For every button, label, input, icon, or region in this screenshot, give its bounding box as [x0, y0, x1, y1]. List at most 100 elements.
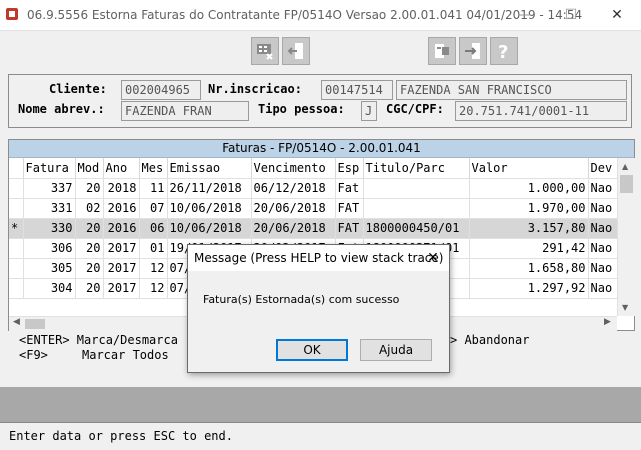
col-header-vencimento: Vencimento: [251, 158, 336, 179]
status-bar: Enter data or press ESC to end.: [0, 422, 641, 450]
tipo-pessoa-field[interactable]: J: [361, 101, 377, 121]
cgc-cpf-label: CGC/CPF:: [386, 102, 444, 116]
scroll-down-icon[interactable]: ▼: [622, 303, 628, 312]
cell-mes: 12: [139, 258, 168, 279]
cell-fatura: 337: [23, 178, 76, 199]
cell-mark: [9, 278, 24, 299]
cell-valor: 1.658,80: [469, 258, 589, 279]
cell-vencimento: 20/06/2018: [251, 198, 336, 219]
cell-valor: 291,42: [469, 238, 589, 259]
cell-mark: [9, 178, 24, 199]
grid-title: Faturas - FP/0514O - 2.00.01.041: [9, 140, 634, 158]
cell-fatura: 330: [23, 218, 76, 239]
cell-valor: 3.157,80: [469, 218, 589, 239]
document-button[interactable]: [428, 37, 456, 65]
abandonar-hint: > Abandonar: [450, 333, 530, 347]
close-window-button[interactable]: ✕: [594, 0, 640, 30]
exit-button[interactable]: [282, 37, 310, 65]
table-row[interactable]: 337 20 2018 11 26/11/2018 06/12/2018 Fat 1.000,…: [9, 178, 618, 199]
col-header-esp: Esp: [335, 158, 364, 179]
window-title: 06.9.5556 Estorna Faturas do Contratante…: [27, 8, 583, 22]
cell-valor: 1.297,92: [469, 278, 589, 299]
cell-valor: 1.970,00: [469, 198, 589, 219]
spreadsheet-calc-button[interactable]: [251, 37, 279, 65]
col-header-mod: Mod: [75, 158, 104, 179]
cell-ano: 2017: [103, 258, 140, 279]
cell-valor: 1.000,00: [469, 178, 589, 199]
nr-inscricao-field[interactable]: 00147514: [321, 80, 393, 100]
minimize-button[interactable]: —: [502, 0, 548, 30]
cell-mod: 20: [75, 238, 104, 259]
cell-mark: [9, 198, 24, 219]
cell-esp: FAT: [335, 218, 364, 239]
window-titlebar: 06.9.5556 Estorna Faturas do Contratante…: [0, 0, 641, 31]
vertical-scrollbar[interactable]: ▲ ▼: [617, 158, 635, 316]
dialog-title: Message (Press HELP to view stack trace): [194, 251, 444, 265]
cell-mark: [9, 258, 24, 279]
cell-emissao: 10/06/2018: [167, 198, 252, 219]
help-icon: ?: [498, 42, 508, 61]
table-row[interactable]: 331 02 2016 07 10/06/2018 20/06/2018 FAT 1.970,…: [9, 198, 618, 219]
cliente-field[interactable]: 002004965: [121, 80, 201, 100]
cliente-label: Cliente:: [49, 82, 107, 96]
maximize-button[interactable]: ☐: [548, 0, 594, 30]
dialog-message: Fatura(s) Estornada(s) com sucesso: [203, 293, 400, 306]
tipo-pessoa-label: Tipo pessoa:: [258, 102, 345, 116]
fazenda-name-field[interactable]: FAZENDA SAN FRANCISCO: [396, 80, 627, 100]
nome-abrev-field[interactable]: FAZENDA FRAN: [121, 101, 249, 121]
scroll-up-icon[interactable]: ▲: [622, 162, 628, 171]
nome-abrev-label: Nome abrev.:: [18, 102, 105, 116]
dialog-close-button[interactable]: ✕: [422, 247, 444, 269]
cell-mark: *: [9, 218, 24, 239]
cell-fatura: 331: [23, 198, 76, 219]
ok-button[interactable]: OK: [276, 339, 348, 361]
cell-mes: 11: [139, 178, 168, 199]
cell-mod: 20: [75, 218, 104, 239]
svg-text:?: ?: [498, 42, 508, 61]
cell-emissao: 10/06/2018: [167, 218, 252, 239]
exit-icon: [287, 43, 303, 59]
grid-header-row: Fatura Mod Ano Mes Emissao Vencimento Es…: [9, 158, 618, 179]
logout-icon: [465, 43, 480, 59]
col-header-titulo: Titulo/Parc: [363, 158, 470, 179]
ajuda-button[interactable]: Ajuda: [360, 339, 432, 361]
cell-mod: 20: [75, 278, 104, 299]
cell-emissao: 26/11/2018: [167, 178, 252, 199]
cell-titulo: [363, 198, 470, 219]
scroll-thumb[interactable]: [620, 175, 633, 193]
hscroll-thumb[interactable]: [25, 319, 45, 329]
col-header-valor: Valor: [469, 158, 589, 179]
cell-mes: 01: [139, 238, 168, 259]
col-header-fatura: Fatura: [23, 158, 76, 179]
toolbar: ?: [8, 34, 632, 70]
cell-esp: FAT: [335, 198, 364, 219]
cell-fatura: 304: [23, 278, 76, 299]
cell-ano: 2016: [103, 218, 140, 239]
dialog-titlebar: Message (Press HELP to view stack trace)…: [188, 245, 449, 271]
scroll-right-icon[interactable]: ▶: [604, 317, 611, 327]
logout-button[interactable]: [459, 37, 487, 65]
cgc-cpf-field[interactable]: 20.751.741/0001-11: [455, 101, 627, 121]
cell-ano: 2018: [103, 178, 140, 199]
cell-mes: 06: [139, 218, 168, 239]
cell-esp: Fat: [335, 178, 364, 199]
cell-dev: Nao: [588, 258, 618, 279]
cell-dev: Nao: [588, 198, 618, 219]
col-header-dev: Dev: [588, 158, 618, 179]
help-button[interactable]: ?: [490, 37, 518, 65]
cell-mes: 12: [139, 278, 168, 299]
scroll-left-icon[interactable]: ◀: [13, 317, 20, 327]
table-row[interactable]: * 330 20 2016 06 10/06/2018 20/06/2018 FAT 18000…: [9, 218, 618, 239]
col-header-mark: [9, 158, 24, 179]
cell-dev: Nao: [588, 218, 618, 239]
cell-mod: 20: [75, 258, 104, 279]
app-icon: [5, 7, 19, 21]
col-header-emissao: Emissao: [167, 158, 252, 179]
spreadsheet-calc-icon: [257, 44, 273, 60]
cell-mod: 02: [75, 198, 104, 219]
message-dialog: Message (Press HELP to view stack trace)…: [187, 244, 450, 373]
col-header-ano: Ano: [103, 158, 140, 179]
status-message: Enter data or press ESC to end.: [9, 429, 233, 443]
marcar-todos-hint: Marcar Todos: [82, 348, 169, 362]
cell-mod: 20: [75, 178, 104, 199]
